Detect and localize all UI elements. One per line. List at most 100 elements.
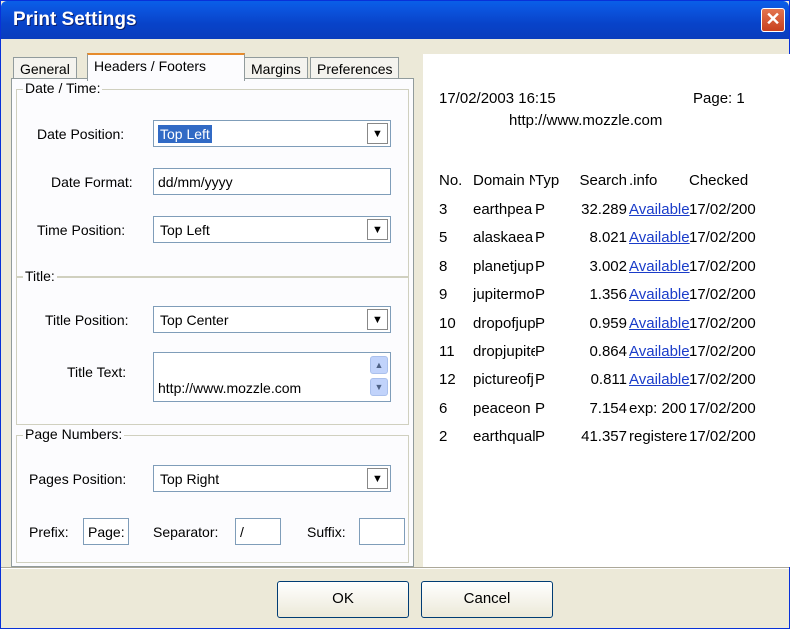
preview-table-cell[interactable]: Available <box>629 258 691 275</box>
ok-button[interactable]: OK <box>277 581 409 618</box>
title-text-label: Title Text: <box>67 364 127 380</box>
preview-table-cell: registere <box>629 428 688 445</box>
title-bar[interactable]: Print Settings ✕ <box>1 1 789 39</box>
preview-table-cell: peaceon <box>473 400 531 417</box>
preview-table-cell: 8.021 <box>589 229 627 246</box>
preview-table-cell: 8 <box>439 258 448 275</box>
pages-position-label: Pages Position: <box>29 471 127 487</box>
preview-table-cell: 12 <box>439 371 456 388</box>
tab-margins[interactable]: Margins <box>244 57 308 80</box>
preview-table-cell: pictureofj <box>473 371 534 388</box>
preview-table-cell: 0.959 <box>589 315 627 332</box>
scroll-up-icon[interactable]: ▲ <box>370 356 388 374</box>
tab-headers-footers[interactable]: Headers / Footers <box>87 53 245 81</box>
page-numbers-legend: Page Numbers: <box>23 426 125 442</box>
cancel-button[interactable]: Cancel <box>421 581 553 618</box>
preview-table-cell: earthqual <box>473 428 535 445</box>
preview-table-cell: 41.357 <box>581 428 627 445</box>
preview-table-cell: P <box>535 400 546 417</box>
preview-table-cell[interactable]: Available <box>629 371 691 388</box>
preview-table-cell: 6 <box>439 400 448 417</box>
suffix-label: Suffix: <box>307 524 346 540</box>
preview-table-cell: 17/02/200 <box>689 343 756 360</box>
date-format-label: Date Format: <box>51 174 133 190</box>
preview-table-cell: dropofjup <box>473 315 535 332</box>
preview-title: http://www.mozzle.com <box>509 112 663 129</box>
preview-table-cell: exp: 200 <box>629 400 687 417</box>
print-settings-dialog: Print Settings ✕ General Headers / Foote… <box>0 0 790 629</box>
preview-table-cell[interactable]: Available <box>629 286 691 303</box>
title-legend: Title: <box>23 268 57 284</box>
preview-table-cell[interactable]: Available <box>629 201 691 218</box>
preview-table-cell: jupitermo <box>473 286 535 303</box>
title-position-value: Top Center <box>160 312 229 328</box>
preview-table-cell: 17/02/200 <box>689 428 756 445</box>
preview-table-cell: 17/02/200 <box>689 229 756 246</box>
preview-table-cell: earthpea <box>473 201 533 218</box>
preview-column-header: Search <box>579 172 627 189</box>
preview-table-cell: 17/02/200 <box>689 400 756 417</box>
preview-table-cell[interactable]: Available <box>629 229 691 246</box>
time-position-value: Top Left <box>160 222 210 238</box>
window-title: Print Settings <box>13 9 137 30</box>
preview-table-cell: P <box>535 315 546 332</box>
preview-table-cell: 17/02/200 <box>689 201 756 218</box>
preview-table-cell: P <box>535 201 546 218</box>
preview-table-cell: 17/02/200 <box>689 258 756 275</box>
preview-table-cell: planetjup <box>473 258 534 275</box>
preview-table-cell: 9 <box>439 286 448 303</box>
preview-table-cell: P <box>535 343 546 360</box>
preview-page-number: Page: 1 <box>693 90 745 107</box>
preview-table-cell: 17/02/200 <box>689 371 756 388</box>
chevron-down-icon[interactable]: ▼ <box>367 219 388 240</box>
date-position-select[interactable]: Top Left ▼ <box>153 120 391 147</box>
preview-table-cell: 0.811 <box>590 371 627 388</box>
separator-label: Separator: <box>153 524 219 540</box>
date-format-field[interactable]: dd/mm/yyyy <box>153 168 391 195</box>
title-text-field[interactable]: http://www.mozzle.com ▲ ▼ <box>153 352 391 402</box>
preview-table-cell: 0.864 <box>589 343 627 360</box>
chevron-down-icon[interactable]: ▼ <box>367 309 388 330</box>
preview-table-cell: P <box>535 258 546 275</box>
preview-table-cell[interactable]: Available <box>629 343 691 360</box>
suffix-field[interactable] <box>359 518 405 545</box>
pages-position-select[interactable]: Top Right ▼ <box>153 465 391 492</box>
preview-table-cell: P <box>535 371 546 388</box>
date-position-value: Top Left <box>158 125 212 143</box>
close-icon[interactable]: ✕ <box>761 8 785 32</box>
date-time-group: Date / Time: Date Position: Top Left ▼ D… <box>16 80 409 277</box>
time-position-label: Time Position: <box>37 222 126 238</box>
preview-table-cell: 3 <box>439 201 448 218</box>
preview-table-cell: alaskaea <box>473 229 534 246</box>
date-position-label: Date Position: <box>37 126 125 142</box>
preview-table-cell: 1.356 <box>589 286 627 303</box>
preview-column-header: No. <box>439 172 463 189</box>
preview-table-cell: 10 <box>439 315 456 332</box>
preview-table-cell[interactable]: Available <box>629 315 691 332</box>
prefix-label: Prefix: <box>29 524 69 540</box>
headers-footers-page: Date / Time: Date Position: Top Left ▼ D… <box>11 78 414 567</box>
preview-datetime: 17/02/2003 16:15 <box>439 90 556 107</box>
chevron-down-icon[interactable]: ▼ <box>367 468 388 489</box>
separator-field[interactable]: / <box>235 518 281 545</box>
print-preview: 17/02/2003 16:15 Page: 1 http://www.mozz… <box>423 54 790 567</box>
preview-table-cell: dropjupite <box>473 343 535 360</box>
preview-table-cell: 3.002 <box>589 258 627 275</box>
preview-column-header: Typ <box>535 172 560 189</box>
preview-column-header: Domain N <box>473 172 535 189</box>
chevron-down-icon[interactable]: ▼ <box>367 123 388 144</box>
preview-table-cell: 11 <box>439 343 455 360</box>
time-position-select[interactable]: Top Left ▼ <box>153 216 391 243</box>
scroll-down-icon[interactable]: ▼ <box>370 378 388 396</box>
preview-table-cell: 2 <box>439 428 448 445</box>
preview-table-cell: P <box>535 428 546 445</box>
preview-table-cell: 32.289 <box>581 201 627 218</box>
date-time-legend: Date / Time: <box>23 80 103 96</box>
title-position-select[interactable]: Top Center ▼ <box>153 306 391 333</box>
divider <box>1 567 789 569</box>
prefix-field[interactable]: Page: <box>83 518 129 545</box>
title-text-value: http://www.mozzle.com <box>158 380 302 396</box>
tab-preferences[interactable]: Preferences <box>310 57 400 80</box>
tab-general[interactable]: General <box>13 57 77 80</box>
page-numbers-group: Page Numbers: Pages Position: Top Right … <box>16 426 409 563</box>
